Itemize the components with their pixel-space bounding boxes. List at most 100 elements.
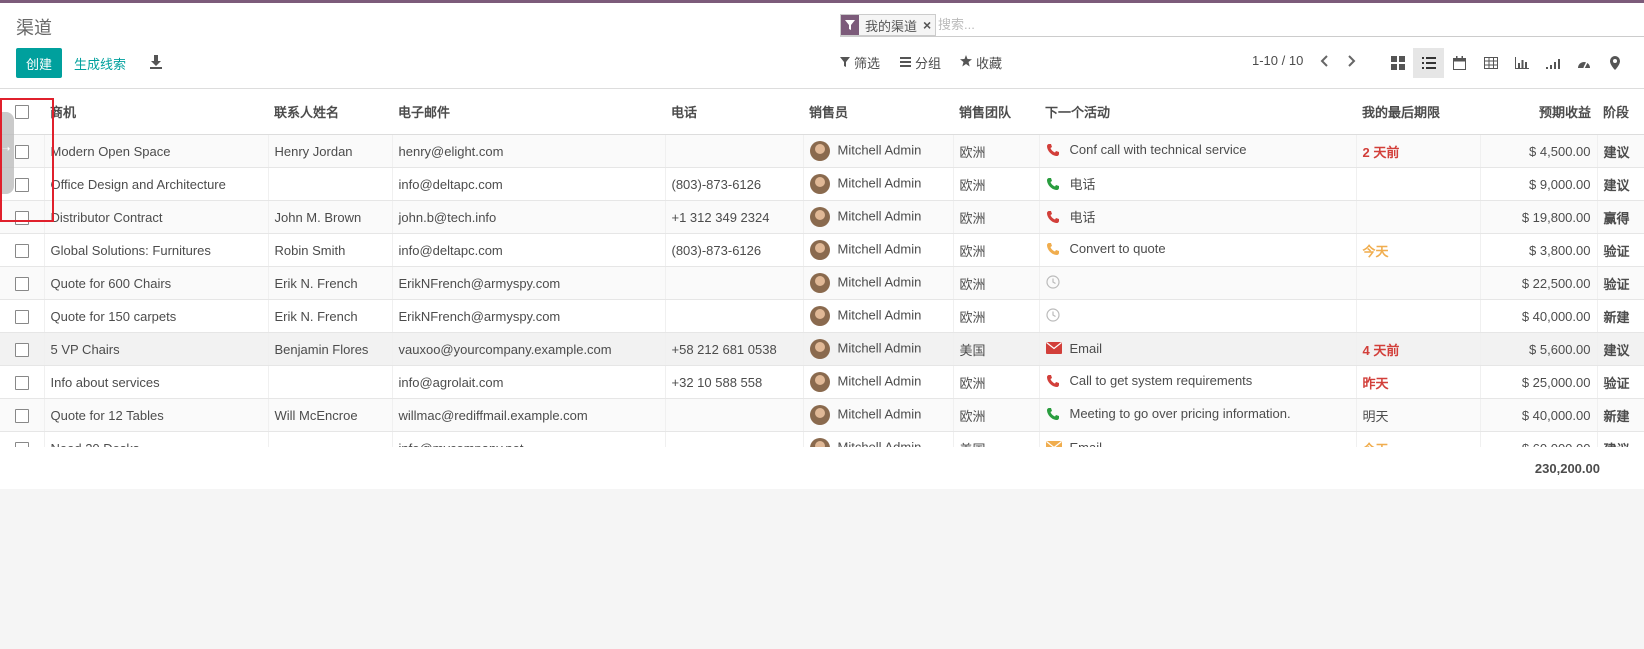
row-checkbox[interactable] [14,309,29,324]
filter-label: 筛选 [854,56,881,71]
search-input[interactable] [938,14,1628,34]
download-icon[interactable] [148,54,164,70]
row-checkbox-cell[interactable] [0,299,45,333]
search-box[interactable]: 我的渠道 × [840,14,1644,37]
salesperson-cell: Mitchell Admin [803,365,954,399]
stage: 新建 [1597,398,1644,432]
next-activity-cell[interactable]: Email [1039,332,1357,366]
column-header[interactable]: 下一个活动 [1039,89,1356,135]
next-activity-cell[interactable] [1039,266,1357,300]
clock-icon[interactable] [1045,274,1064,292]
cohort-view-icon[interactable] [1537,48,1568,78]
top-brand-bar [0,0,1644,3]
contact-name: Erik N. French [268,266,393,300]
column-header[interactable]: 阶段 [1597,89,1644,135]
expected-revenue: $ 9,000.00 [1480,167,1598,201]
row-checkbox-cell[interactable] [0,398,45,432]
table-row[interactable]: Quote for 600 Chairs Erik N. French ErikNF… [0,266,1644,300]
opportunity-name: Quote for 12 Tables [44,398,269,432]
chevron-left-icon[interactable] [1318,53,1332,69]
next-activity-cell[interactable]: Call to get system requirements [1039,365,1357,399]
table-row[interactable]: Info about services info@agrolait.com +32 … [0,365,1644,399]
column-header[interactable]: 销售员 [803,89,953,135]
envelope-icon[interactable] [1045,342,1064,357]
list-view-icon[interactable] [1413,48,1444,78]
row-checkbox-cell[interactable] [0,266,45,300]
column-header[interactable]: 我的最后期限 [1356,89,1480,135]
row-checkbox[interactable] [14,243,29,258]
favorites-button[interactable]: 收藏 [960,53,1002,72]
phone-icon[interactable] [1046,407,1064,424]
deadline: 今天 [1356,233,1481,267]
phone-icon[interactable] [1046,242,1064,259]
create-button[interactable]: 创建 [16,48,62,78]
phone-icon[interactable] [1046,210,1064,227]
group-by-button[interactable]: 分组 [900,53,941,72]
phone-icon[interactable] [1046,143,1064,160]
view-switcher [1382,48,1630,78]
breadcrumb[interactable]: 渠道 [16,14,52,40]
deadline: 2 天前 [1356,134,1481,168]
column-header[interactable]: 预期收益 [1480,89,1597,135]
contact-name: Erik N. French [268,299,393,333]
row-checkbox[interactable] [14,342,29,357]
kanban-view-icon[interactable] [1382,48,1413,78]
row-checkbox[interactable] [14,408,29,423]
next-activity-cell[interactable] [1039,299,1357,333]
graph-view-icon[interactable] [1506,48,1537,78]
sales-team: 欧洲 [953,266,1040,300]
salesperson-cell: Mitchell Admin [803,398,954,432]
next-activity: Meeting to go over pricing information. [1069,406,1291,422]
row-checkbox-cell[interactable] [0,332,45,366]
map-view-icon[interactable] [1599,48,1630,78]
column-header[interactable]: 销售团队 [953,89,1039,135]
phone-icon[interactable] [1046,374,1064,391]
row-checkbox-cell[interactable] [0,365,45,399]
row-checkbox-cell[interactable] [0,233,45,267]
salesperson: Mitchell Admin [837,208,922,224]
table-row[interactable]: Quote for 150 carpets Erik N. French ErikN… [0,299,1644,333]
table-row[interactable]: Quote for 12 Tables Will McEncroe willmac@… [0,398,1644,432]
chevron-right-icon[interactable] [1344,53,1358,69]
email: ErikNFrench@armyspy.com [392,266,666,300]
search-facet[interactable]: 我的渠道 × [840,14,937,36]
table-row[interactable]: Office Design and Architecture info@delta… [0,167,1644,201]
expected-revenue: $ 25,000.00 [1480,365,1598,399]
favorites-label: 收藏 [976,56,1003,71]
email: vauxoo@yourcompany.example.com [392,332,666,366]
opportunity-name: Distributor Contract [44,200,269,234]
sales-team: 欧洲 [953,134,1040,168]
calendar-view-icon[interactable] [1444,48,1475,78]
dashboard-view-icon[interactable] [1568,48,1599,78]
expected-revenue: $ 4,500.00 [1480,134,1598,168]
deadline [1356,266,1481,300]
phone: +1 312 349 2324 [665,200,804,234]
filter-menu-button[interactable]: 筛选 [840,53,880,72]
generate-leads-button[interactable]: 生成线索 [74,48,126,78]
pager-value[interactable]: 1-10 / 10 [1252,53,1303,68]
next-activity-cell[interactable]: 电话 [1039,167,1357,201]
contact-name: Benjamin Flores [268,332,393,366]
phone-icon[interactable] [1046,177,1064,194]
email: henry@elight.com [392,134,666,168]
close-icon[interactable]: × [923,17,935,33]
next-activity-cell[interactable]: Conf call with technical service [1039,134,1357,168]
pivot-view-icon[interactable] [1475,48,1506,78]
clock-icon[interactable] [1045,307,1064,325]
table-row[interactable]: Modern Open Space Henry Jordan henry@eligh… [0,134,1644,168]
row-checkbox[interactable] [14,276,29,291]
avatar [809,207,830,227]
column-header[interactable]: 联系人姓名 [268,89,392,135]
table-row[interactable]: Distributor Contract John M. Brown john.b@… [0,200,1644,234]
column-header[interactable]: 电子邮件 [392,89,665,135]
table-row[interactable]: Global Solutions: Furnitures Robin Smith i… [0,233,1644,267]
row-checkbox[interactable] [14,375,29,390]
table-row[interactable]: 5 VP Chairs Benjamin Flores vauxoo@yourcom… [0,332,1644,366]
next-activity-cell[interactable]: Meeting to go over pricing information. [1039,398,1357,432]
column-header[interactable]: 电话 [665,89,803,135]
next-activity-cell[interactable]: Convert to quote [1039,233,1357,267]
stage: 验证 [1597,233,1644,267]
salesperson: Mitchell Admin [837,241,922,257]
column-header[interactable]: 商机 [44,89,268,135]
next-activity-cell[interactable]: 电话 [1039,200,1357,234]
